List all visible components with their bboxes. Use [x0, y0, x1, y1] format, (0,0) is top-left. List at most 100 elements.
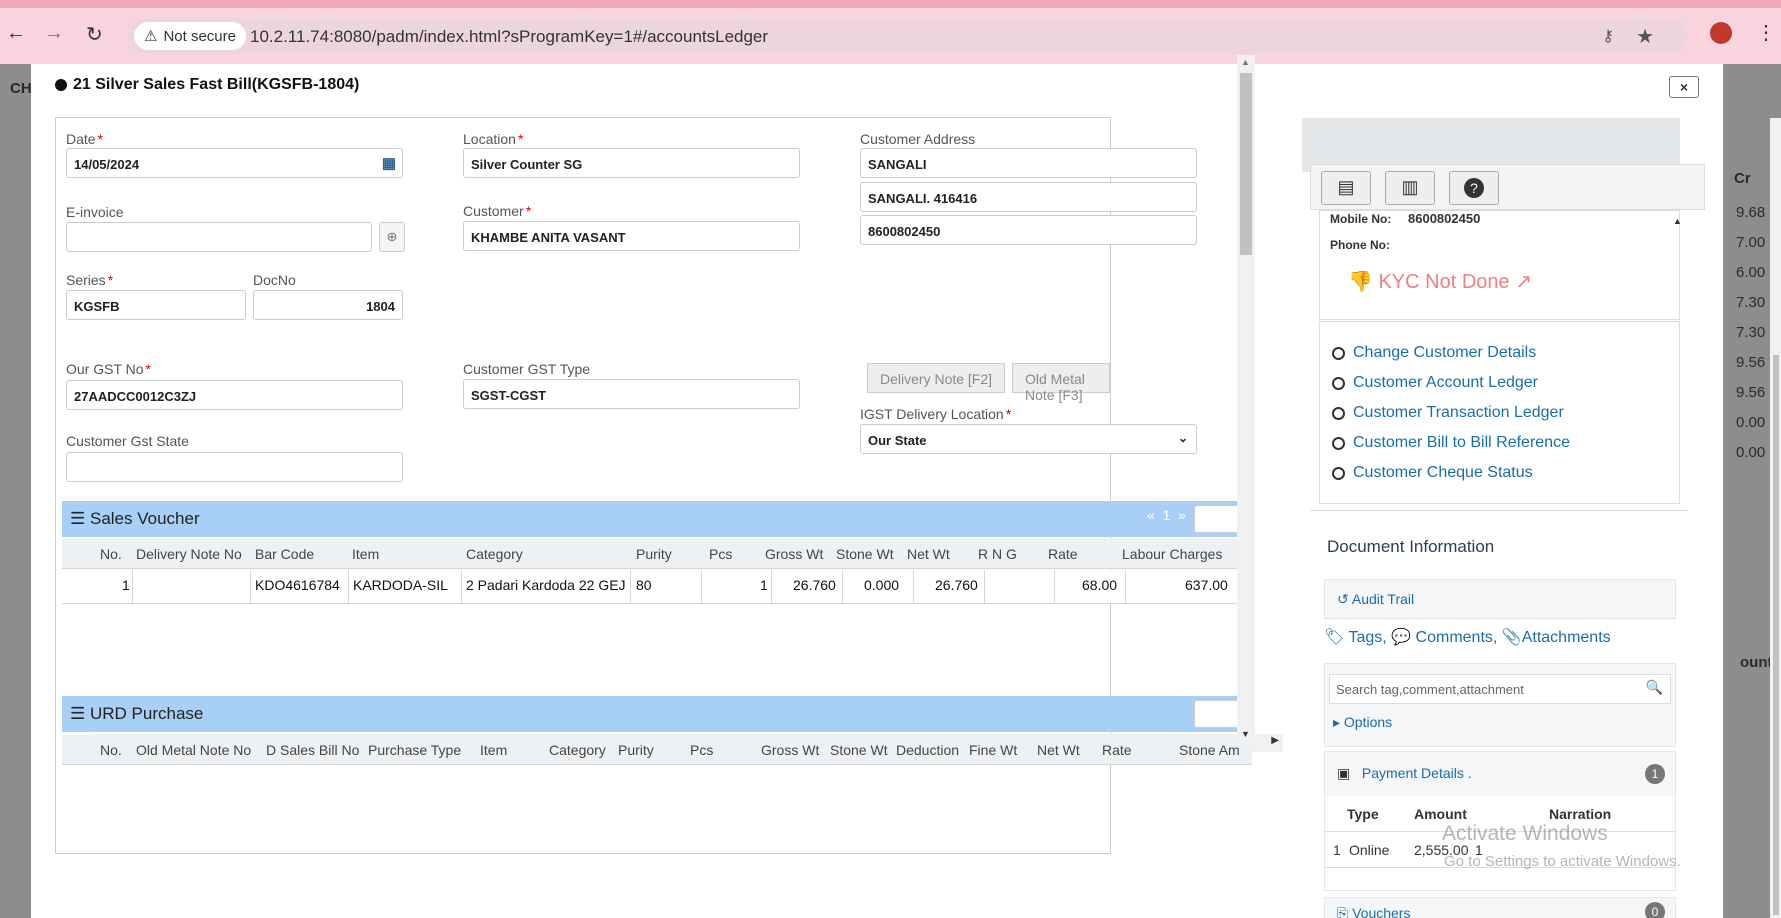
table-row[interactable]: 1 KDO4616784 KARDODA-SIL 2 Padari Kardod… — [62, 570, 1252, 604]
delivery-note-button[interactable]: Delivery Note [F2] — [867, 363, 1006, 393]
attachments-link[interactable]: Attachments — [1522, 629, 1611, 646]
kebab-menu-icon[interactable]: ⋮ — [1756, 20, 1776, 45]
radio-icon — [1332, 376, 1345, 390]
cell-divider — [1125, 570, 1126, 603]
col-stone-amount: Stone Am — [1179, 742, 1240, 758]
cr-value: 6.00 — [1736, 264, 1766, 281]
url-text[interactable]: 10.2.11.74:8080/padm/index.html?sProgram… — [250, 27, 768, 47]
document-information-title: Document Information — [1327, 537, 1495, 556]
side-panel-scroll-thumb[interactable] — [1773, 355, 1779, 915]
form-vertical-scroll-thumb[interactable] — [1240, 73, 1252, 255]
our-gst-field[interactable]: 27AADCC0012C3ZJ — [66, 380, 403, 410]
date-field[interactable]: 14/05/2024 ▦ — [66, 148, 403, 178]
help-icon: ? — [1464, 178, 1484, 198]
col-pcs: Pcs — [709, 546, 733, 562]
form-vertical-scrollbar[interactable]: ▲ ▼ — [1237, 55, 1255, 741]
search-icon[interactable]: 🔍 — [1646, 679, 1663, 696]
docno-field[interactable]: 1804 — [253, 290, 403, 320]
customer-account-ledger-link[interactable]: Customer Account Ledger — [1332, 374, 1538, 392]
change-customer-details-link[interactable]: Change Customer Details — [1332, 344, 1536, 362]
scroll-down-icon[interactable]: ▼ — [1241, 729, 1250, 739]
col-stone-wt: Stone Wt — [836, 546, 894, 562]
cell-stone-wt: 0.000 — [864, 577, 900, 593]
customer-gst-type-field[interactable]: SGST-CGST — [463, 379, 800, 409]
vouchers-header[interactable]: ⎘ Vouchers 0 — [1324, 897, 1676, 918]
address-line1-field[interactable]: SANGALI — [860, 148, 1197, 178]
cr-value: 7.00 — [1736, 234, 1766, 251]
ledger-button[interactable]: ▥ — [1385, 171, 1435, 205]
col-fine-wt: Fine Wt — [969, 742, 1018, 758]
audit-trail-link[interactable]: ↺ Audit Trail — [1324, 579, 1676, 619]
customer-gst-type-label: Customer GST Type — [463, 361, 591, 377]
col-rate: Rate — [1102, 742, 1132, 758]
options-link[interactable]: ▸ Options — [1333, 714, 1392, 731]
comments-link[interactable]: Comments, — [1416, 629, 1498, 646]
address-bar[interactable]: ⚠ Not secure 10.2.11.74:8080/padm/index.… — [128, 18, 1688, 54]
col-deduction: Deduction — [896, 742, 960, 758]
back-icon[interactable]: ← — [6, 22, 26, 45]
reload-icon[interactable]: ↻ — [86, 22, 103, 47]
customer-cheque-status-link[interactable]: Customer Cheque Status — [1332, 464, 1533, 482]
bookmark-star-icon[interactable]: ★ — [1636, 24, 1654, 49]
profile-icon[interactable] — [1710, 22, 1732, 44]
series-field[interactable]: KGSFB — [66, 290, 246, 320]
search-input[interactable]: Search tag,comment,attachment — [1329, 674, 1671, 704]
col-purity: Purity — [618, 742, 654, 758]
scroll-up-icon[interactable]: ▲ — [1241, 57, 1250, 67]
customer-field[interactable]: KHAMBE ANITA VASANT — [463, 221, 800, 251]
cell-purity: 80 — [636, 577, 652, 593]
address-line2-field[interactable]: SANGALI. 416416 — [860, 182, 1197, 212]
old-metal-note-button[interactable]: Old Metal Note [F3] — [1012, 363, 1110, 403]
paperclip-icon: 📎 — [1501, 629, 1522, 646]
kyc-status[interactable]: 👎 KYC Not Done ↗ — [1348, 269, 1532, 294]
key-icon[interactable]: ⚷ — [1602, 26, 1614, 46]
customer-label: Customer * — [463, 203, 532, 219]
windows-activation-subtext: Go to Settings to activate Windows. — [1444, 853, 1681, 870]
customer-transaction-ledger-link[interactable]: Customer Transaction Ledger — [1332, 404, 1564, 422]
cell-net-wt: 26.760 — [935, 577, 978, 593]
vouchers-count-badge: 0 — [1645, 902, 1665, 918]
scroll-right-icon[interactable]: ▶ — [1271, 735, 1279, 746]
col-category: Category — [466, 546, 523, 562]
urd-purchase-title: URD Purchase — [89, 704, 204, 723]
address-line3-field[interactable]: 8600802450 — [860, 215, 1197, 245]
help-button[interactable]: ? — [1449, 171, 1499, 205]
einvoice-field[interactable] — [66, 222, 372, 252]
external-link-icon: ↗ — [1515, 271, 1532, 293]
details-view-button[interactable]: ▤ — [1321, 171, 1371, 205]
customer-address-label: Customer Address — [860, 131, 976, 147]
cell-divider — [250, 570, 251, 603]
security-chip[interactable]: ⚠ Not secure — [134, 22, 246, 50]
forward-icon[interactable]: → — [44, 22, 64, 45]
payment-details-header[interactable]: ▣ Payment Details . 1 — [1325, 752, 1675, 796]
payment-details-card: ▣ Payment Details . 1 Type Amount Narrat… — [1324, 751, 1676, 891]
sales-voucher-header: ☰ Sales Voucher « 1 » ⌄ — [62, 501, 1252, 537]
location-field[interactable]: Silver Counter SG — [463, 148, 800, 178]
col-rate: Rate — [1048, 546, 1078, 562]
comments-icon: 💬 — [1391, 629, 1412, 646]
date-label: Date * — [66, 131, 104, 147]
urd-purchase-header: ☰ URD Purchase ⌄ — [62, 696, 1252, 732]
sales-voucher-title: Sales Voucher — [89, 509, 200, 528]
close-button[interactable]: × — [1669, 76, 1699, 98]
einvoice-upload-button[interactable]: ⊕ — [379, 222, 405, 252]
modal-title-text: 21 Silver Sales Fast Bill(KGSFB-1804) — [73, 76, 360, 93]
radio-icon — [1332, 436, 1345, 450]
cell-no: 1 — [1333, 842, 1341, 858]
cell-item: KARDODA-SIL — [353, 577, 448, 593]
tags-link[interactable]: Tags, — [1348, 629, 1386, 646]
sales-voucher-column-header: No. Delivery Note No Bar Code Item Categ… — [62, 539, 1252, 569]
warning-icon: ⚠ — [144, 28, 158, 45]
col-amount: Amount — [1414, 806, 1467, 822]
customer-gst-state-field[interactable] — [66, 452, 403, 482]
col-rng: R N G — [978, 546, 1017, 562]
calendar-icon[interactable]: ▦ — [382, 154, 396, 172]
pager[interactable]: « 1 » — [1147, 507, 1186, 523]
tags-comments-attachments: 🏷 Tags, 💬 Comments, 📎Attachments — [1324, 627, 1611, 647]
scroll-up-icon[interactable]: ▲ — [1673, 216, 1682, 226]
igst-location-select[interactable]: Our State ⌄ — [860, 424, 1197, 454]
customer-bill-to-bill-link[interactable]: Customer Bill to Bill Reference — [1332, 434, 1570, 452]
list-view-icon: ▤ — [1337, 177, 1355, 197]
cell-type: Online — [1349, 842, 1390, 858]
cell-divider — [132, 570, 133, 603]
